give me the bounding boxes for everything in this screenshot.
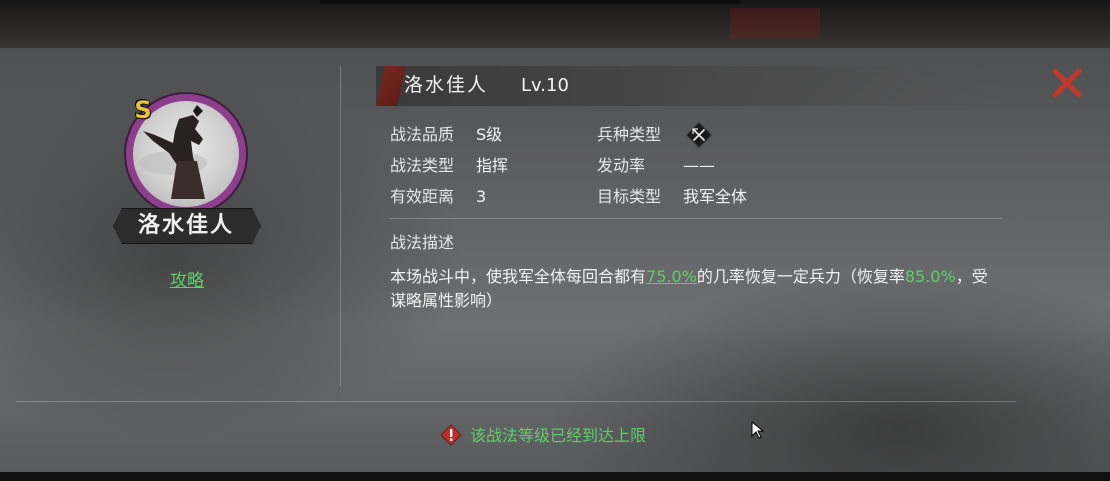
quality-label: 战法品质 [390, 125, 455, 144]
portrait-name: 洛水佳人 [137, 212, 234, 238]
strategy-guide-link[interactable]: 攻略 [150, 266, 224, 291]
skill-level: Lv.10 [521, 75, 569, 96]
grade-badge: S [134, 96, 152, 124]
type-label: 战法类型 [390, 156, 455, 175]
heal-rate-value: 85.0% [904, 267, 956, 286]
close-button[interactable] [1050, 66, 1084, 100]
max-level-notice: 该战法等级已经到达上限 [470, 426, 647, 445]
troop-type-badge [685, 121, 713, 149]
range-value: 3 [476, 187, 487, 206]
trigger-rate-value: —— [683, 156, 715, 175]
target-type-label: 目标类型 [597, 187, 662, 206]
crossed-weapons-icon [685, 121, 713, 149]
description-text-2: 的几率恢复一定兵力（恢复率 [696, 267, 905, 286]
warning-icon [440, 424, 462, 446]
trigger-rate-label: 发动率 [597, 156, 646, 175]
trigger-chance-value: 75.0% [646, 267, 697, 286]
top-tab-dimmed [730, 8, 820, 38]
type-value: 指挥 [476, 156, 509, 175]
horizontal-divider [16, 401, 1016, 402]
top-bar [0, 0, 1110, 48]
quality-value: S级 [476, 125, 503, 144]
mouse-cursor-icon [751, 420, 765, 439]
vertical-divider [340, 66, 341, 386]
close-icon [1052, 68, 1082, 98]
section-divider [390, 218, 1002, 219]
target-type-value: 我军全体 [683, 187, 748, 206]
description-title: 战法描述 [390, 233, 455, 252]
bottom-strip [0, 472, 1110, 481]
description-text-1: 本场战斗中，使我军全体每回合都有 [390, 267, 647, 286]
range-label: 有效距离 [390, 187, 455, 206]
top-dark-strip [320, 0, 740, 4]
skill-name: 洛水佳人 [404, 74, 489, 96]
skill-description: 本场战斗中，使我军全体每回合都有75.0%的几率恢复一定兵力（恢复率85.0%，… [390, 265, 1002, 313]
troop-type-label: 兵种类型 [597, 125, 662, 144]
